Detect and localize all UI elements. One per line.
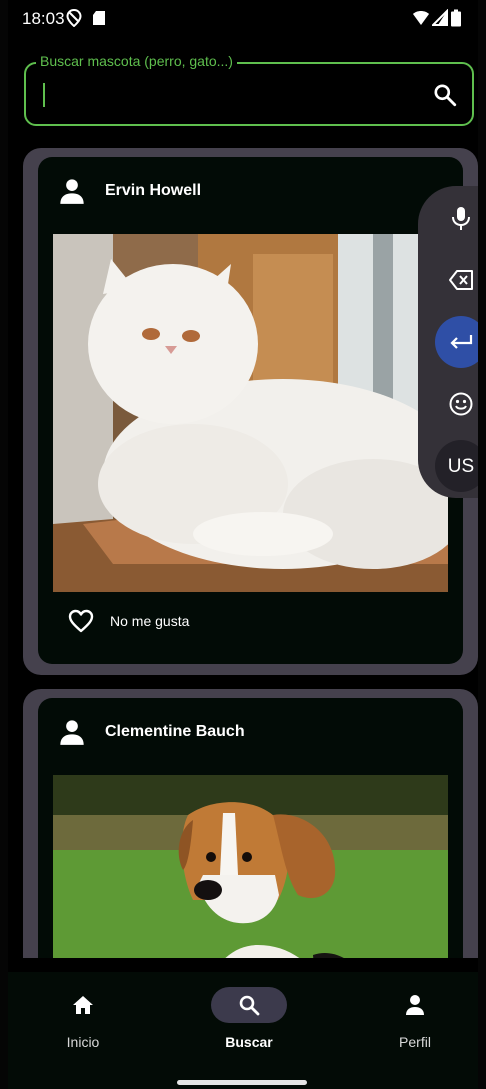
search-icon[interactable] (432, 82, 458, 108)
pet-feed-list[interactable]: Ervin Howell No me gusta Clementine Bauc… (8, 140, 478, 958)
home-indicator[interactable] (177, 1080, 307, 1085)
app-screen: 18:03 Buscar mascota (perro, gato...) Er… (8, 0, 478, 1089)
nav-label: Perfil (399, 1034, 431, 1050)
wifi-icon (413, 11, 429, 25)
nav-item-perfil[interactable]: Perfil (340, 972, 478, 1072)
post-username: Clementine Bauch (105, 723, 245, 740)
search-icon (239, 995, 260, 1016)
enter-button[interactable] (435, 316, 478, 368)
pet-photo (53, 234, 448, 592)
emoji-icon (449, 392, 473, 416)
status-time: 18:03 (22, 9, 65, 28)
post-card-content: Ervin Howell No me gusta (38, 157, 463, 664)
post-username: Ervin Howell (105, 182, 202, 199)
microphone-icon (452, 207, 470, 230)
like-label: No me gusta (110, 613, 190, 629)
heart-outline-icon (68, 609, 94, 633)
nav-label: Inicio (66, 1034, 100, 1050)
status-bar: 18:03 (8, 0, 478, 36)
person-icon (60, 720, 84, 745)
post-card: Ervin Howell No me gusta (23, 148, 478, 675)
keyboard-floating-toolbar: US (418, 186, 478, 498)
backspace-icon (449, 270, 473, 290)
language-button[interactable]: US (435, 440, 478, 492)
nav-item-buscar[interactable]: Buscar (174, 972, 324, 1072)
home-icon (73, 996, 93, 1014)
bottom-navigation: Inicio Buscar Perfil (8, 972, 478, 1089)
backspace-button[interactable] (435, 254, 478, 306)
dog-photo (53, 775, 448, 958)
language-label: US (447, 456, 475, 477)
emoji-button[interactable] (435, 378, 478, 430)
sim-card-icon (93, 11, 105, 25)
search-label: Buscar mascota (perro, gato...) (36, 53, 237, 69)
voice-input-button[interactable] (435, 192, 478, 244)
post-header: Clementine Bauch (38, 698, 463, 766)
person-icon (60, 179, 84, 204)
post-card-content: Clementine Bauch (38, 698, 463, 958)
pet-photo (53, 775, 448, 958)
nav-item-inicio[interactable]: Inicio (8, 972, 158, 1072)
text-cursor (43, 83, 45, 107)
nav-label: Buscar (225, 1034, 273, 1050)
post-header: Ervin Howell (38, 157, 463, 225)
search-field[interactable]: Buscar mascota (perro, gato...) (24, 53, 474, 126)
battery-icon (451, 9, 461, 27)
cell-signal-icon (432, 9, 448, 26)
cat-photo (53, 234, 448, 592)
location-off-icon (66, 9, 82, 27)
post-card: Clementine Bauch (23, 689, 478, 958)
person-icon (406, 995, 424, 1015)
enter-icon (450, 335, 473, 349)
